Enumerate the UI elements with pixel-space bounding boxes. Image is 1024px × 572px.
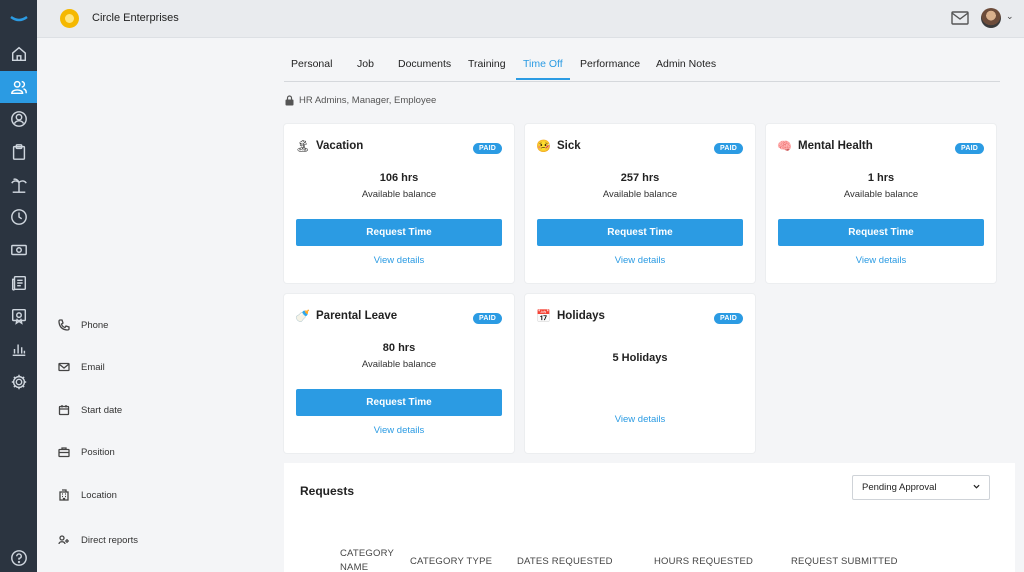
balance-hours: 257 hrs [620, 172, 660, 184]
time-off-card-holidays: 📅 Holidays PAID 5 Holidays View details [525, 294, 755, 453]
access-note: HR Admins, Manager, Employee [285, 95, 436, 106]
tab-personal[interactable]: Personal [291, 58, 332, 78]
calendar-icon [58, 405, 70, 416]
card-title: Mental Health [798, 140, 873, 152]
company-logo [60, 9, 79, 28]
paid-badge: PAID [713, 143, 743, 154]
balance-label: Available balance [843, 189, 919, 200]
balance-hours: 80 hrs [382, 342, 416, 354]
tab-documents[interactable]: Documents [398, 58, 451, 78]
card-title: Holidays [557, 310, 605, 322]
card-title: Sick [557, 140, 581, 152]
time-off-card-sick: 🤒 Sick PAID 257 hrs Available balance Re… [525, 124, 755, 283]
position-label: Position [81, 446, 115, 458]
money-icon[interactable] [0, 234, 37, 266]
chevron-down-icon[interactable]: ⌄ [1006, 11, 1014, 22]
people-icon[interactable] [0, 71, 37, 103]
paid-badge: PAID [954, 143, 984, 154]
access-note-text: HR Admins, Manager, Employee [299, 95, 437, 106]
request-time-button[interactable]: Request Time [537, 219, 743, 246]
news-icon[interactable] [0, 267, 37, 299]
column-header-request-submitted[interactable]: REQUEST SUBMITTED [791, 555, 898, 569]
balance-label: Available balance [361, 359, 437, 370]
column-header-hours-requested[interactable]: HOURS REQUESTED [654, 555, 753, 569]
profile-tabs: Personal Job Documents Training Time Off… [284, 52, 1000, 82]
tab-training[interactable]: Training [468, 58, 506, 78]
lock-icon [285, 95, 294, 106]
direct-reports-label: Direct reports [81, 534, 139, 546]
column-header-category-name[interactable]: CATEGORY NAME [340, 547, 400, 572]
building-icon [59, 489, 69, 501]
gear-icon[interactable] [0, 366, 37, 398]
island-icon[interactable] [0, 169, 37, 201]
side-nav-rail [0, 0, 37, 572]
paid-badge: PAID [472, 313, 502, 324]
email-label: Email [81, 361, 105, 373]
info-direct-reports: Direct reports [58, 534, 138, 546]
top-bar: Circle Enterprises ⌄ [37, 0, 1024, 38]
home-icon[interactable] [0, 38, 37, 70]
clock-icon[interactable] [0, 201, 37, 233]
status-filter-select[interactable]: Pending Approval [852, 475, 990, 500]
clipboard-icon[interactable] [0, 136, 37, 168]
avatar[interactable] [981, 8, 1001, 28]
info-start-date: Start date [58, 404, 122, 416]
view-details-link[interactable]: View details [525, 255, 755, 266]
brain-emoji-icon: 🧠 [777, 139, 792, 153]
company-name: Circle Enterprises [92, 12, 179, 24]
time-off-card-parental-leave: 🍼 Parental Leave PAID 80 hrs Available b… [284, 294, 514, 453]
info-location: Location [58, 489, 117, 501]
requests-heading: Requests [300, 484, 355, 498]
tab-job[interactable]: Job [357, 58, 374, 78]
help-icon[interactable] [0, 542, 37, 572]
app-logo[interactable] [0, 0, 37, 38]
info-email: Email [58, 361, 105, 373]
balance-hours: 1 hrs [867, 172, 895, 184]
card-title: Parental Leave [316, 310, 398, 322]
column-header-dates-requested[interactable]: DATES REQUESTED [517, 555, 613, 569]
view-details-link[interactable]: View details [284, 255, 514, 266]
email-icon [58, 362, 70, 372]
tab-performance[interactable]: Performance [580, 58, 640, 78]
requests-panel: Requests Pending Approval CATEGORY NAME … [284, 463, 1015, 572]
info-position: Position [58, 446, 115, 458]
request-time-button[interactable]: Request Time [778, 219, 984, 246]
balance-hours: 106 hrs [379, 172, 419, 184]
user-search-icon[interactable] [0, 103, 37, 135]
chevron-down-icon [973, 484, 980, 489]
view-details-link[interactable]: View details [766, 255, 996, 266]
info-phone: Phone [58, 319, 108, 331]
balance-label: Available balance [602, 189, 678, 200]
paid-badge: PAID [713, 313, 743, 324]
card-title: Vacation [316, 140, 364, 152]
holiday-count: 5 Holidays [612, 352, 668, 364]
sick-emoji-icon: 🤒 [536, 139, 551, 153]
status-filter-value: Pending Approval [862, 482, 937, 493]
baby-bottle-emoji-icon: 🍼 [295, 309, 310, 323]
tab-admin-notes[interactable]: Admin Notes [656, 58, 716, 78]
time-off-card-mental-health: 🧠 Mental Health PAID 1 hrs Available bal… [766, 124, 996, 283]
tab-time-off[interactable]: Time Off [516, 58, 570, 80]
paid-badge: PAID [472, 143, 502, 154]
bar-chart-icon[interactable] [0, 333, 37, 365]
phone-label: Phone [81, 319, 109, 331]
phone-icon [58, 319, 70, 331]
location-label: Location [81, 489, 117, 501]
balance-label: Available balance [361, 189, 437, 200]
certificate-icon[interactable] [0, 300, 37, 332]
view-details-link[interactable]: View details [525, 414, 755, 425]
column-header-category-type[interactable]: CATEGORY TYPE [410, 555, 492, 569]
request-time-button[interactable]: Request Time [296, 219, 502, 246]
start-date-label: Start date [81, 404, 123, 416]
island-emoji-icon: 🏝 [295, 139, 311, 153]
time-off-card-vacation: 🏝 Vacation PAID 106 hrs Available balanc… [284, 124, 514, 283]
org-chart-icon [58, 535, 69, 545]
view-details-link[interactable]: View details [284, 425, 514, 436]
briefcase-icon [58, 447, 70, 458]
mail-icon[interactable] [951, 11, 969, 25]
request-time-button[interactable]: Request Time [296, 389, 502, 416]
calendar-emoji-icon: 📅 [536, 309, 551, 323]
